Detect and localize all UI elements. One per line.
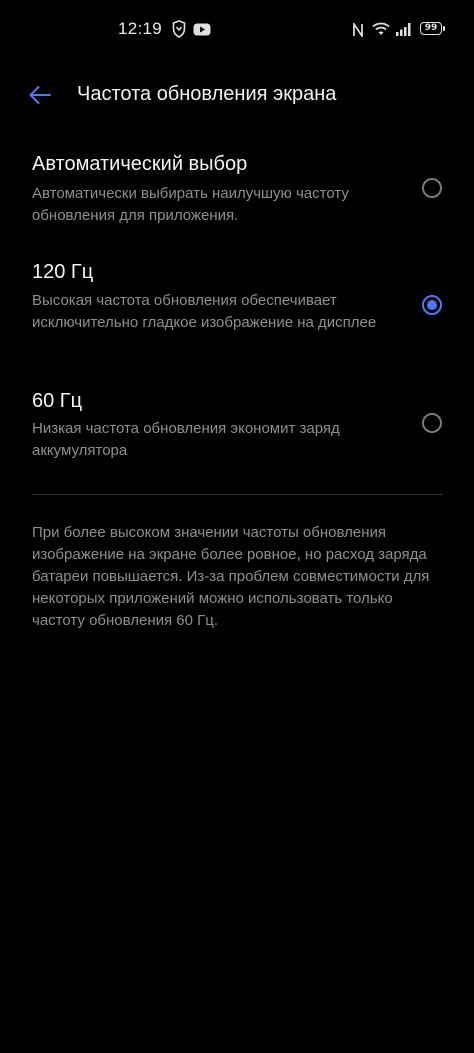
option-60hz[interactable]: 60 Гц Низкая частота обновления экономит… <box>0 385 474 465</box>
option-description: Автоматически выбирать наилучшую частоту… <box>32 185 349 224</box>
wifi-icon <box>372 22 390 35</box>
status-time: 12:19 <box>118 19 163 38</box>
option-title: 60 Гц <box>32 390 83 412</box>
toolbar: Частота обновления экрана <box>0 70 474 120</box>
option-description: Высокая частота обновления обеспечивает … <box>32 292 377 331</box>
signal-icon <box>396 23 411 36</box>
page-title: Частота обновления экрана <box>77 83 337 105</box>
divider <box>32 494 443 495</box>
status-bar: 12:19 99 <box>0 0 474 60</box>
youtube-icon <box>193 23 211 36</box>
nfc-icon <box>353 23 363 37</box>
back-button[interactable] <box>22 78 58 112</box>
option-title: Автоматический выбор <box>32 153 248 175</box>
arrow-left-icon <box>29 86 51 104</box>
radio-120hz[interactable] <box>422 295 442 315</box>
footnote-text: При более высоком значении частоты обнов… <box>32 524 430 629</box>
option-description: Низкая частота обновления экономит заряд… <box>32 420 340 459</box>
option-120hz[interactable]: 120 Гц Высокая частота обновления обеспе… <box>0 256 474 356</box>
battery-icon: 99 <box>420 22 445 35</box>
option-auto[interactable]: Автоматический выбор Автоматически выбир… <box>0 150 474 232</box>
radio-auto[interactable] <box>422 178 442 198</box>
shield-app-icon <box>172 20 186 38</box>
option-title: 120 Гц <box>32 261 94 283</box>
radio-60hz[interactable] <box>422 413 442 433</box>
